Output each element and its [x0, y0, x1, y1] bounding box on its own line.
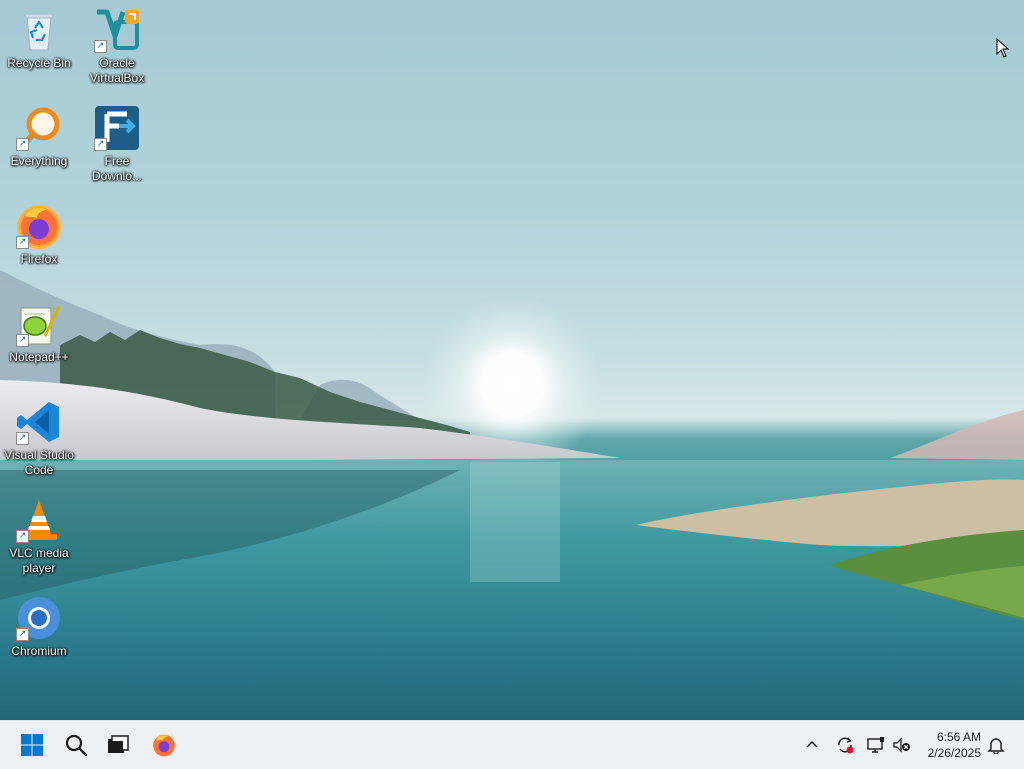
desktop-icon-label: Everything	[10, 154, 68, 168]
notepad-plus-plus-icon: ↗	[15, 300, 63, 348]
vscode-icon: ↗	[15, 398, 63, 446]
taskbar: 6:56 AM 2/26/2025	[0, 720, 1024, 769]
tray-overflow-button[interactable]	[800, 733, 824, 757]
desktop-icon-label: Recycle Bin	[7, 56, 71, 70]
desktop-icon-label: VLC media player	[9, 546, 69, 575]
shortcut-arrow-icon: ↗	[94, 138, 107, 151]
desktop-icon-label: Free Downlo...	[91, 154, 143, 183]
desktop-icon-label: Notepad++	[9, 350, 69, 364]
search-button[interactable]	[56, 725, 96, 765]
desktop-icon-firefox[interactable]: ↗ Firefox	[0, 196, 78, 267]
clock-date: 2/26/2025	[927, 746, 981, 760]
tray-sync-button[interactable]	[833, 733, 857, 757]
shortcut-arrow-icon: ↗	[16, 236, 29, 249]
free-download-manager-icon: ↗	[93, 104, 141, 152]
everything-search-icon: ↗	[15, 104, 63, 152]
desktop-icon-vscode[interactable]: ↗ Visual Studio Code	[0, 392, 78, 478]
shortcut-arrow-icon: ↗	[94, 40, 107, 53]
shortcut-arrow-icon: ↗	[16, 432, 29, 445]
windows-start-icon	[21, 734, 43, 756]
desktop-icon-label: Firefox	[20, 252, 58, 266]
desktop-icon-label: Oracle VirtualBox	[89, 56, 145, 85]
desktop-icon-free-download-manager[interactable]: ↗ Free Downlo...	[78, 98, 156, 184]
sync-alert-icon	[838, 737, 854, 754]
desktop-icon-everything[interactable]: ↗ Everything	[0, 98, 78, 169]
bell-icon	[987, 738, 1005, 754]
vlc-icon: ↗	[15, 496, 63, 544]
chevron-up-icon	[806, 740, 818, 748]
virtualbox-icon: ↗	[93, 6, 141, 54]
task-view-button[interactable]	[98, 725, 138, 765]
desktop-icon-label: Visual Studio Code	[4, 448, 74, 477]
search-icon	[65, 734, 88, 757]
desktop-icon-notepad-plus-plus[interactable]: ↗ Notepad++	[0, 294, 78, 365]
shortcut-arrow-icon: ↗	[16, 628, 29, 641]
tray-volume-button[interactable]	[890, 733, 914, 757]
volume-muted-icon	[893, 737, 910, 753]
shortcut-arrow-icon: ↗	[16, 530, 29, 543]
notifications-button[interactable]	[984, 733, 1008, 757]
shortcut-arrow-icon: ↗	[16, 138, 29, 151]
desktop-icon-chromium[interactable]: ↗ Chromium	[0, 588, 78, 659]
taskbar-clock[interactable]: 6:56 AM 2/26/2025	[912, 729, 992, 761]
chromium-icon: ↗	[15, 594, 63, 642]
clock-time: 6:56 AM	[936, 730, 981, 744]
firefox-icon	[153, 734, 175, 757]
desktop-icon-vlc[interactable]: ↗ VLC media player	[0, 490, 78, 576]
taskbar-firefox-button[interactable]	[144, 725, 184, 765]
desktop-icon-label: Chromium	[11, 644, 67, 658]
shortcut-arrow-icon: ↗	[16, 334, 29, 347]
recycle-bin-icon	[15, 6, 63, 54]
firefox-icon: ↗	[15, 202, 63, 250]
mouse-cursor-icon	[996, 37, 1010, 63]
desktop-icon-virtualbox[interactable]: ↗ Oracle VirtualBox	[78, 0, 156, 86]
display-icon	[867, 737, 884, 753]
task-view-icon	[108, 735, 129, 753]
tray-display-button[interactable]	[864, 733, 888, 757]
desktop-icon-recycle-bin[interactable]: Recycle Bin	[0, 0, 78, 71]
start-button[interactable]	[12, 725, 52, 765]
